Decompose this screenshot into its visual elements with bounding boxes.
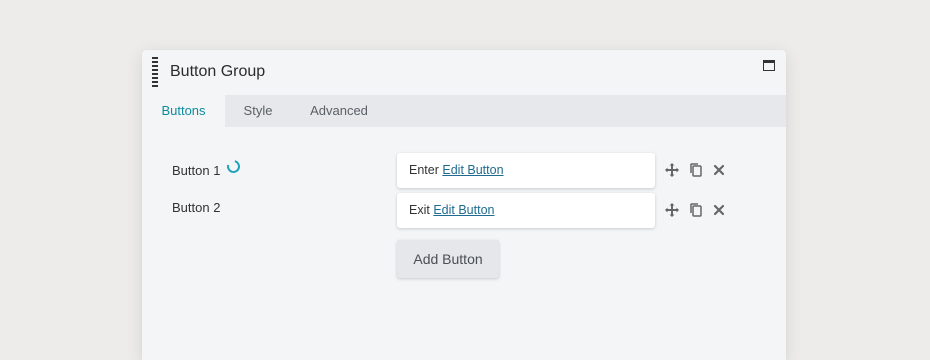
button-1-field[interactable]: Enter Edit Button <box>397 153 655 188</box>
button-1-label: Button 1 <box>172 163 221 178</box>
button-2-label: Button 2 <box>172 200 221 215</box>
tab-buttons[interactable]: Buttons <box>142 95 225 127</box>
copy-icon[interactable] <box>688 162 704 178</box>
edit-button-1-link[interactable]: Edit Button <box>442 163 503 177</box>
close-icon[interactable] <box>711 162 727 178</box>
button-2-field[interactable]: Exit Edit Button <box>397 193 655 228</box>
move-icon[interactable] <box>664 162 680 178</box>
tab-style[interactable]: Style <box>227 95 289 127</box>
panel-header: Button Group <box>142 50 786 95</box>
panel-title: Button Group <box>170 63 266 80</box>
edit-button-2-link[interactable]: Edit Button <box>433 203 494 217</box>
tab-advanced[interactable]: Advanced <box>296 95 382 127</box>
tab-bar: Buttons Style Advanced <box>142 95 786 127</box>
copy-icon[interactable] <box>688 202 704 218</box>
move-icon[interactable] <box>664 202 680 218</box>
loading-spinner-icon <box>224 157 243 176</box>
button-2-text: Exit <box>409 203 430 217</box>
drag-handle-icon[interactable] <box>152 57 158 87</box>
close-icon[interactable] <box>711 202 727 218</box>
add-button[interactable]: Add Button <box>397 240 499 278</box>
maximize-icon[interactable] <box>763 60 775 71</box>
button-1-text: Enter <box>409 163 439 177</box>
button-group-panel: Button Group Buttons Style Advanced Butt… <box>142 50 786 360</box>
